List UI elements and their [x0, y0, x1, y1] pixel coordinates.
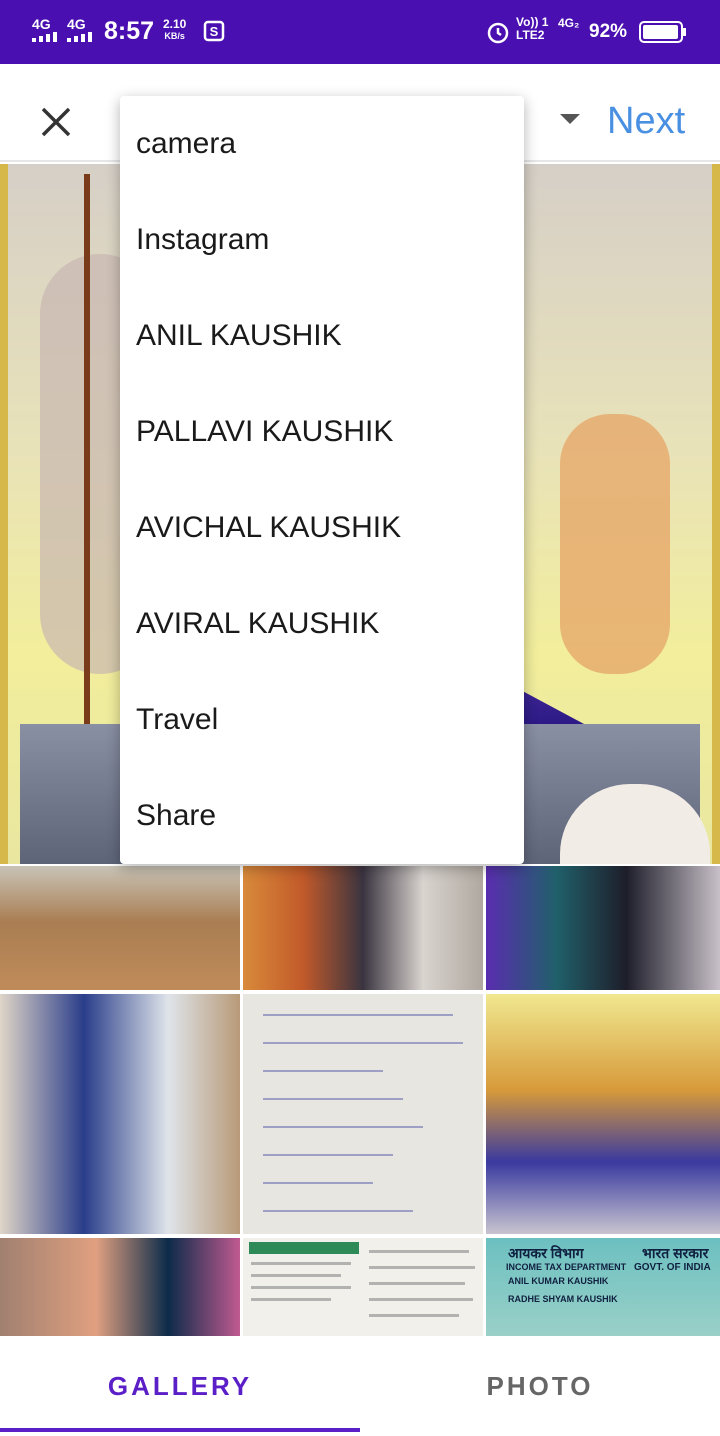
next-button[interactable]: Next	[607, 100, 685, 143]
svg-text:S: S	[210, 24, 219, 39]
status-bar: 4G 4G 8:57 2.10 KB/s S Vo)) 1 LTE2 4G₂ 9…	[0, 0, 720, 64]
menu-item-instagram[interactable]: Instagram	[120, 192, 524, 288]
alarm-icon	[486, 20, 510, 44]
signal-icon: 4G	[32, 16, 64, 44]
menu-item-aviral-kaushik[interactable]: AVIRAL KAUSHIK	[120, 576, 524, 672]
pan-govt-hindi: भारत सरकार	[642, 1245, 709, 1261]
battery-icon	[639, 21, 687, 43]
menu-item-camera[interactable]: camera	[120, 96, 524, 192]
menu-item-share[interactable]: Share	[120, 768, 524, 864]
menu-item-travel[interactable]: Travel	[120, 672, 524, 768]
gallery-thumbnail[interactable]: आयकर विभाग INCOME TAX DEPARTMENT भारत सर…	[486, 1238, 720, 1336]
active-tab-indicator	[0, 1428, 360, 1432]
close-icon	[41, 107, 71, 137]
gallery-thumbnail[interactable]	[0, 866, 240, 990]
tab-gallery[interactable]: GALLERY	[0, 1336, 360, 1436]
gallery-thumbnail[interactable]	[243, 866, 483, 990]
network-label-3: 4G₂	[558, 16, 580, 30]
gallery-thumbnail[interactable]	[0, 1238, 240, 1336]
speed-unit: KB/s	[164, 31, 185, 41]
gallery-thumbnail[interactable]	[243, 994, 483, 1234]
network-label-1: 4G	[32, 16, 51, 32]
pan-dept: INCOME TAX DEPARTMENT	[506, 1262, 627, 1272]
volte-indicator: Vo)) 1 LTE2	[516, 15, 549, 42]
gallery-thumbnail[interactable]	[0, 994, 240, 1234]
network-label-2: 4G	[67, 16, 86, 32]
network-speed: 2.10 KB/s	[163, 18, 186, 42]
pan-govt: GOVT. OF INDIA	[634, 1262, 711, 1273]
app-notification-icon: S	[203, 20, 225, 42]
bottom-tab-bar: GALLERY PHOTO	[0, 1336, 720, 1436]
clock: 8:57	[104, 17, 155, 45]
pan-dept-hindi: आयकर विभाग	[508, 1245, 584, 1261]
signal-icon-2: 4G	[67, 16, 99, 44]
pan-father-name: RADHE SHYAM KAUSHIK	[508, 1294, 618, 1304]
battery-percent: 92%	[589, 21, 628, 42]
dropdown-arrow-icon[interactable]	[560, 114, 580, 124]
tab-photo[interactable]: PHOTO	[360, 1336, 720, 1436]
menu-item-anil-kaushik[interactable]: ANIL KAUSHIK	[120, 288, 524, 384]
gallery-thumbnail[interactable]	[486, 866, 720, 990]
album-dropdown-menu: camera Instagram ANIL KAUSHIK PALLAVI KA…	[120, 96, 524, 864]
menu-item-avichal-kaushik[interactable]: AVICHAL KAUSHIK	[120, 480, 524, 576]
menu-item-pallavi-kaushik[interactable]: PALLAVI KAUSHIK	[120, 384, 524, 480]
gallery-grid: आयकर विभाग INCOME TAX DEPARTMENT भारत सर…	[0, 866, 720, 1336]
close-button[interactable]	[28, 94, 84, 150]
speed-value: 2.10	[163, 17, 187, 31]
pan-name: ANIL KUMAR KAUSHIK	[508, 1276, 609, 1286]
gallery-thumbnail[interactable]	[243, 1238, 483, 1336]
gallery-thumbnail[interactable]	[486, 994, 720, 1234]
